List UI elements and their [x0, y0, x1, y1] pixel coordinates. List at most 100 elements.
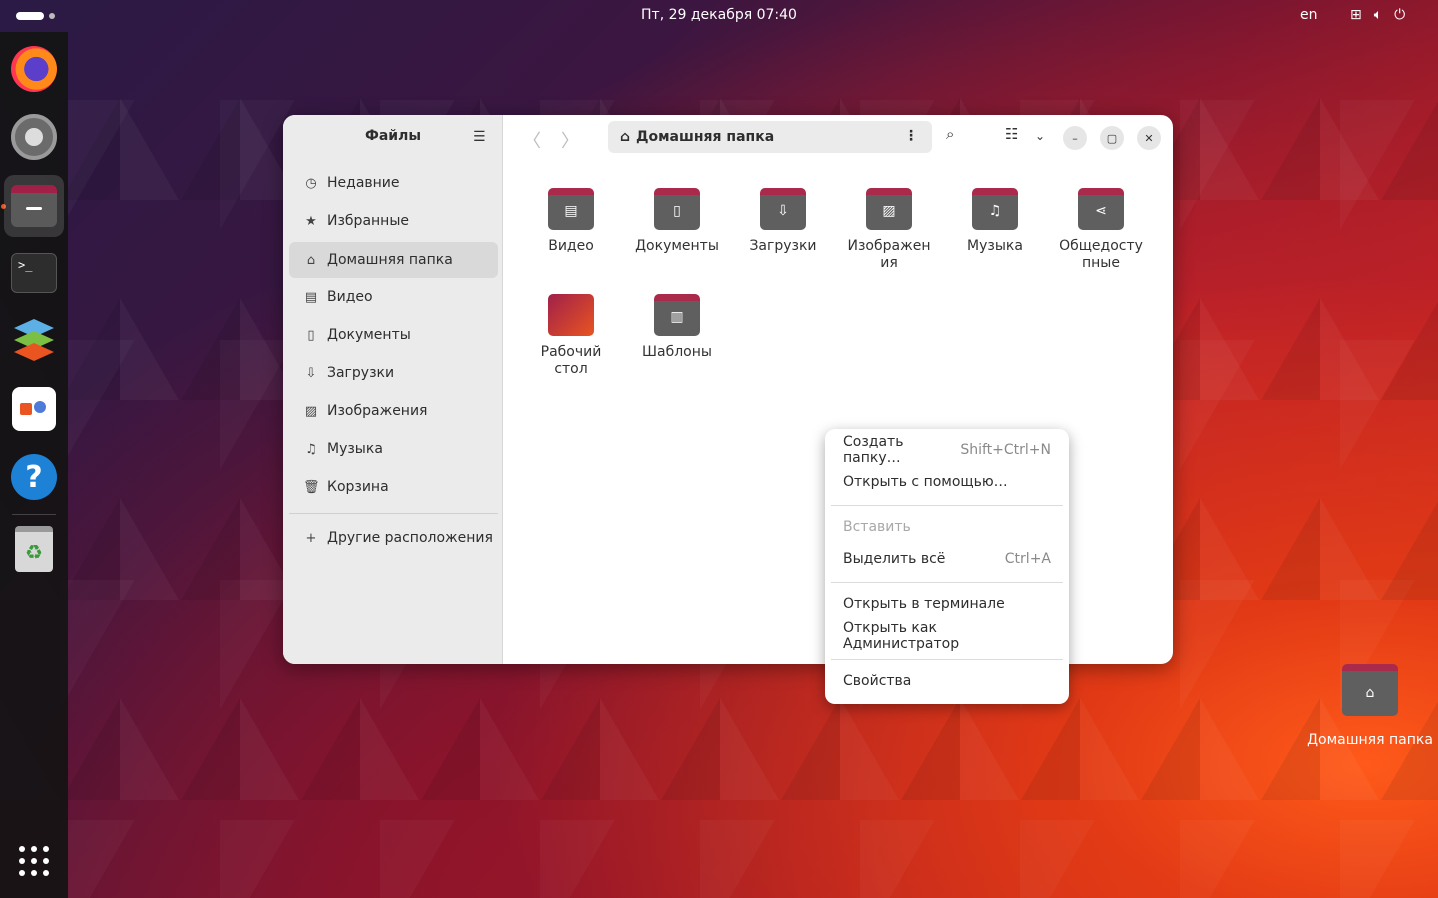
sidebar-item-videos[interactable]: ▤ Видео [289, 279, 498, 315]
dock-layers-app[interactable] [4, 310, 64, 372]
menu-item-properties[interactable]: Свойства [843, 669, 1051, 693]
chevron-down-icon[interactable]: ⌄ [1035, 129, 1045, 143]
volume-icon: 🔈︎ [1373, 7, 1383, 23]
home-icon: ⌂ [306, 252, 316, 268]
maximize-button[interactable]: ▢ [1100, 126, 1124, 150]
menu-item-new-folder[interactable]: Создать папку… Shift+Ctrl+N [843, 434, 1051, 466]
app-center-icon [12, 387, 56, 431]
sidebar-item-home[interactable]: ⌂ Домашняя папка [289, 242, 498, 278]
folder-item[interactable]: ♫ Музыка [945, 188, 1045, 255]
folder-label: Музыка [967, 238, 1023, 254]
trash-icon: ♻ [15, 526, 53, 572]
folder-item[interactable]: ▤ Видео [521, 188, 621, 255]
show-apps-button[interactable] [4, 830, 64, 892]
dock: >_ ? ♻ [0, 32, 68, 898]
home-folder-icon: ⌂ [1342, 664, 1398, 716]
folder-label: пные [1082, 255, 1120, 271]
search-icon[interactable]: ⌕ [946, 125, 954, 143]
sidebar-item-label: Изображения [327, 403, 428, 419]
dock-trash[interactable]: ♻ [4, 518, 64, 580]
settings-icon [11, 114, 57, 160]
folder-item[interactable]: ▥ Шаблоны [627, 294, 727, 361]
document-icon: ▯ [307, 327, 315, 343]
close-button[interactable]: ✕ [1137, 126, 1161, 150]
folder-label: Изображен [847, 238, 931, 254]
menu-item-label: Выделить всё [843, 551, 946, 567]
folder-label: Видео [548, 238, 594, 254]
folder-label: ия [880, 255, 898, 271]
sidebar-item-trash[interactable]: 🗑︎ Корзина [289, 469, 498, 505]
menu-separator [831, 505, 1063, 506]
folder-item[interactable]: ▨ Изображен ия [839, 188, 939, 272]
folder-label: Общедосту [1059, 238, 1143, 254]
menu-item-select-all[interactable]: Выделить всё Ctrl+A [843, 547, 1051, 571]
folder-item[interactable]: ▯ Документы [627, 188, 727, 255]
forward-button[interactable]: 〉 [561, 127, 579, 153]
list-view-icon[interactable]: ☷ [1005, 125, 1018, 143]
sidebar-item-label: Домашняя папка [327, 252, 453, 268]
music-folder-icon: ♫ [972, 188, 1018, 230]
sidebar-item-recent[interactable]: ◷ Недавние [289, 165, 498, 201]
menu-item-open-as-admin[interactable]: Открыть как Администратор [843, 620, 1051, 652]
folder-label: стол [554, 361, 588, 377]
hamburger-menu-icon[interactable]: ☰ [473, 129, 486, 145]
sidebar-item-starred[interactable]: ★ Избранные [289, 203, 498, 239]
menu-item-paste[interactable]: Вставить [843, 515, 1051, 539]
menu-separator [831, 582, 1063, 583]
menu-item-label: Создать папку… [843, 434, 904, 466]
dock-settings[interactable] [4, 106, 64, 168]
menu-item-label: Открыть в терминале [843, 596, 1005, 612]
dock-app-center[interactable] [4, 378, 64, 440]
folder-item[interactable]: ⇩ Загрузки [733, 188, 833, 255]
video-folder-icon: ▤ [548, 188, 594, 230]
back-button[interactable]: 〈 [523, 127, 541, 153]
path-bar[interactable]: ⌂ Домашняя папка ⋮ [608, 121, 932, 153]
sidebar-item-pictures[interactable]: ▨ Изображения [289, 393, 498, 429]
folder-item[interactable]: Рабочий стол [521, 294, 621, 378]
top-bar: Пт, 29 декабря 07:40 en ⊞ 🔈︎ ⏻ [0, 0, 1438, 32]
menu-item-label: Свойства [843, 673, 912, 689]
keyboard-layout[interactable]: en [1300, 7, 1318, 23]
folder-label: Документы [635, 238, 719, 254]
network-icon: ⊞ [1350, 7, 1362, 23]
path-label: Домашняя папка [636, 129, 775, 145]
dock-firefox[interactable] [4, 38, 64, 100]
sidebar-title: Файлы [364, 128, 422, 144]
dock-help[interactable]: ? [4, 446, 64, 508]
sidebar-item-label: Документы [327, 327, 411, 343]
sidebar-item-other-locations[interactable]: + Другие расположения [289, 520, 498, 556]
sidebar-item-label: Загрузки [327, 365, 395, 381]
menu-item-label: Открыть с помощью… [843, 474, 1008, 490]
path-menu-icon[interactable]: ⋮ [904, 128, 918, 144]
menu-item-label: Вставить [843, 519, 911, 535]
menu-item-shortcut: Shift+Ctrl+N [960, 442, 1051, 458]
header-bar: 〈 〉 ⌂ Домашняя папка ⋮ ⌕ ☷ ⌄ – ▢ ✕ [503, 115, 1173, 159]
sidebar-item-documents[interactable]: ▯ Документы [289, 317, 498, 353]
dock-separator [12, 514, 56, 515]
dock-files[interactable] [4, 175, 64, 237]
menu-item-open-terminal[interactable]: Открыть в терминале [843, 592, 1051, 616]
sidebar-item-label: Видео [327, 289, 373, 305]
power-icon: ⏻ [1394, 7, 1406, 23]
folder-label: Загрузки [749, 238, 817, 254]
sidebar-item-label: Другие расположения [327, 530, 493, 546]
clock[interactable]: Пт, 29 декабря 07:40 [0, 7, 1438, 23]
trash-icon: 🗑︎ [303, 479, 320, 495]
templates-folder-icon: ▥ [654, 294, 700, 336]
pictures-folder-icon: ▨ [866, 188, 912, 230]
minimize-button[interactable]: – [1063, 126, 1087, 150]
sidebar-item-downloads[interactable]: ⇩ Загрузки [289, 355, 498, 391]
menu-item-open-with[interactable]: Открыть с помощью… [843, 470, 1051, 494]
plus-icon: + [305, 530, 317, 546]
system-menu[interactable]: ⊞ 🔈︎ ⏻ [1350, 7, 1405, 23]
film-icon: ▤ [304, 289, 318, 305]
folder-label: Рабочий [540, 344, 602, 360]
folder-item[interactable]: ⋖ Общедосту пные [1051, 188, 1151, 272]
sidebar: Файлы ☰ ◷ Недавние ★ Избранные ⌂ Домашня… [283, 115, 503, 664]
sidebar-item-music[interactable]: ♫ Музыка [289, 431, 498, 467]
dock-terminal[interactable]: >_ [4, 242, 64, 304]
layers-icon [10, 317, 58, 365]
desktop-home-folder[interactable]: ⌂ Домашняя папка [1306, 664, 1434, 748]
menu-separator [831, 659, 1063, 660]
image-icon: ▨ [304, 403, 318, 419]
